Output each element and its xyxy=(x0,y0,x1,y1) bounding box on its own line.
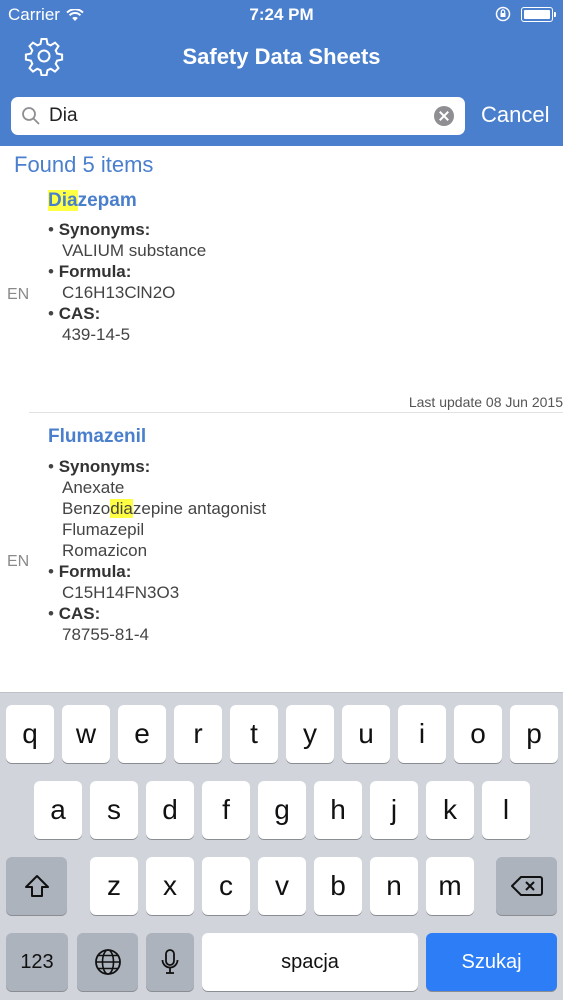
synonym-value: VALIUM substance xyxy=(62,241,207,260)
battery-icon xyxy=(521,6,556,22)
title-rest: zepam xyxy=(77,190,137,211)
shift-key[interactable] xyxy=(6,857,67,915)
cas-heading: • CAS: xyxy=(48,304,101,323)
formula-heading: • Formula: xyxy=(48,262,132,281)
key-y[interactable]: y xyxy=(286,705,334,763)
globe-icon xyxy=(94,949,121,975)
synonym-part: zepine antagonist xyxy=(132,499,267,518)
cas-heading: • CAS: xyxy=(48,604,101,623)
key-g[interactable]: g xyxy=(258,781,306,839)
key-v[interactable]: v xyxy=(258,857,306,915)
search-field[interactable] xyxy=(11,97,465,135)
result-title: Flumazenil xyxy=(48,426,147,447)
key-o[interactable]: o xyxy=(454,705,502,763)
key-h[interactable]: h xyxy=(314,781,362,839)
key-e[interactable]: e xyxy=(118,705,166,763)
cas-label: CAS: xyxy=(58,304,101,323)
synonym-value: Anexate xyxy=(62,478,125,497)
key-k[interactable]: k xyxy=(426,781,474,839)
search-bar: Cancel xyxy=(0,88,563,146)
orientation-lock-icon xyxy=(495,6,511,22)
dictation-key[interactable] xyxy=(146,933,194,991)
numbers-key[interactable]: 123 xyxy=(6,933,68,991)
result-item-flumazenil[interactable]: Flumazenil • Synonyms: Anexate Benzodiaz… xyxy=(0,422,563,692)
clear-icon[interactable] xyxy=(434,106,454,126)
key-p[interactable]: p xyxy=(510,705,558,763)
synonyms-heading: • Synonyms: xyxy=(48,457,151,476)
key-i[interactable]: i xyxy=(398,705,446,763)
cas-value: 78755-81-4 xyxy=(62,625,149,644)
synonyms-heading: • Synonyms: xyxy=(48,220,151,239)
search-icon xyxy=(22,107,40,125)
key-l[interactable]: l xyxy=(482,781,530,839)
synonyms-label: Synonyms: xyxy=(58,220,151,239)
key-b[interactable]: b xyxy=(314,857,362,915)
last-update: Last update 08 Jun 2015 xyxy=(408,394,563,410)
highlight: Dia xyxy=(48,190,78,211)
microphone-icon xyxy=(161,949,179,974)
divider xyxy=(29,412,563,413)
globe-key[interactable] xyxy=(77,933,138,991)
key-r[interactable]: r xyxy=(174,705,222,763)
formula-label: Formula: xyxy=(58,562,132,581)
key-m[interactable]: m xyxy=(426,857,474,915)
formula-label: Formula: xyxy=(58,262,132,281)
key-j[interactable]: j xyxy=(370,781,418,839)
status-right xyxy=(495,6,556,22)
highlight: dia xyxy=(110,499,133,518)
synonyms-label: Synonyms: xyxy=(58,457,151,476)
page-title: Safety Data Sheets xyxy=(182,44,381,69)
key-u[interactable]: u xyxy=(342,705,390,763)
search-key[interactable]: Szukaj xyxy=(426,933,557,991)
formula-heading: • Formula: xyxy=(48,562,132,581)
keyboard: q w e r t y u i o p a s d f g h j k l z … xyxy=(0,692,563,1000)
backspace-icon xyxy=(510,876,543,896)
cancel-button[interactable]: Cancel xyxy=(481,102,549,128)
key-c[interactable]: c xyxy=(202,857,250,915)
key-f[interactable]: f xyxy=(202,781,250,839)
synonym-value: Romazicon xyxy=(62,541,148,560)
nav-bar: Safety Data Sheets xyxy=(0,30,563,88)
cas-value: 439-14-5 xyxy=(62,325,131,344)
result-item-diazepam[interactable]: Diazepam • Synonyms: VALIUM substance • … xyxy=(0,186,563,412)
synonym-part: Benzo xyxy=(62,499,111,518)
key-s[interactable]: s xyxy=(90,781,138,839)
backspace-key[interactable] xyxy=(496,857,557,915)
search-input[interactable] xyxy=(49,97,429,135)
results-count: Found 5 items xyxy=(14,152,154,177)
status-bar: Carrier 7:24 PM xyxy=(0,0,563,30)
result-title: Diazepam xyxy=(48,190,137,212)
shift-icon xyxy=(24,875,49,897)
space-key[interactable]: spacja xyxy=(202,933,418,991)
key-q[interactable]: q xyxy=(6,705,54,763)
language-label: EN xyxy=(7,553,30,570)
formula-value: C16H13ClN2O xyxy=(62,283,176,302)
key-x[interactable]: x xyxy=(146,857,194,915)
synonym-value: Benzodiazepine antagonist xyxy=(62,499,266,519)
status-time: 7:24 PM xyxy=(249,5,314,24)
key-z[interactable]: z xyxy=(90,857,138,915)
formula-value: C15H14FN3O3 xyxy=(62,583,180,602)
language-label: EN xyxy=(7,286,30,303)
key-d[interactable]: d xyxy=(146,781,194,839)
synonym-value: Flumazepil xyxy=(62,520,145,539)
cas-label: CAS: xyxy=(58,604,101,623)
key-a[interactable]: a xyxy=(34,781,82,839)
key-t[interactable]: t xyxy=(230,705,278,763)
key-w[interactable]: w xyxy=(62,705,110,763)
key-n[interactable]: n xyxy=(370,857,418,915)
